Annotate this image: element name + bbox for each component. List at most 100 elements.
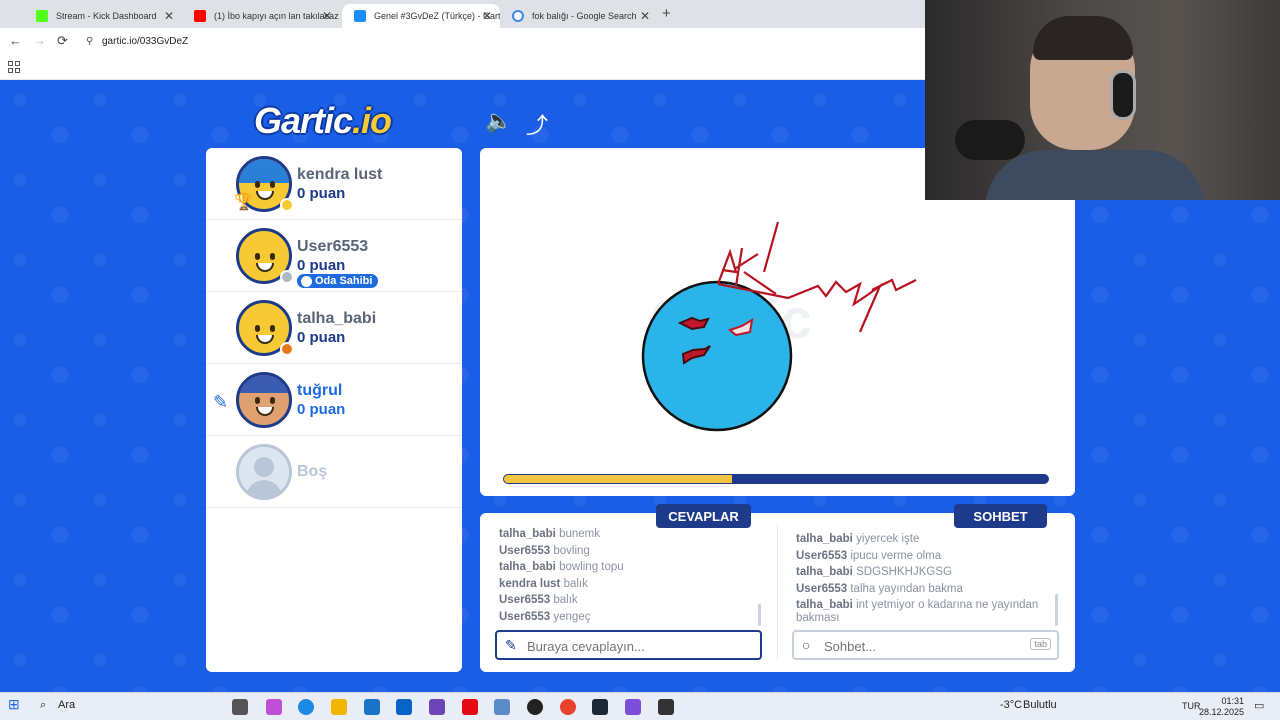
clock[interactable]: 01:31 28.12.2025	[1199, 696, 1244, 718]
logo-io: .io	[352, 100, 392, 141]
windows-taskbar: ⊞ ⌕ Ara -3°C Bulutlu TUR 01:31 28.12.202…	[0, 692, 1280, 720]
answer-item: talha_babi bunemk	[499, 528, 601, 540]
time-progress-fill	[504, 475, 733, 483]
pencil-icon: ✎	[505, 637, 517, 653]
room-owner-badge: Oda Sahibi	[297, 274, 379, 288]
drawing: Gartic	[641, 221, 917, 432]
answers-title: CEVAPLAR	[656, 504, 751, 528]
bookmarks-bar	[0, 56, 925, 80]
epic-games-icon[interactable]	[658, 699, 674, 715]
answer-item: User6553 bovling	[499, 544, 590, 557]
time-progress-bar	[503, 474, 1049, 484]
tab-youtube[interactable]: (1) İbo kapıyı açın lan takılacaz ✕	[182, 4, 340, 28]
task-view-icon[interactable]	[232, 699, 248, 715]
copilot-icon[interactable]	[266, 699, 282, 715]
steam-icon[interactable]	[592, 699, 608, 715]
apps-grid-icon[interactable]	[8, 61, 20, 73]
player-name: tuğrul	[297, 382, 343, 399]
status-dot	[280, 198, 294, 212]
chat-item: talha_babi int yetmiyor o kadarına ne ya…	[796, 599, 1039, 625]
avatar	[236, 372, 292, 428]
browser-tab-bar: Stream - Kick Dashboard ✕ (1) İbo kapıyı…	[0, 0, 925, 28]
player-score: 0 puan	[297, 401, 346, 418]
player-name: kendra lust	[297, 166, 383, 183]
chat-input[interactable]	[824, 637, 1044, 655]
status-dot	[280, 342, 294, 356]
owner-icon	[301, 276, 312, 287]
search-icon: ○	[802, 637, 811, 653]
weather-temp[interactable]: -3°C	[1000, 699, 1022, 711]
player-name: talha_babi	[297, 310, 377, 327]
player-score: 0 puan	[297, 185, 346, 202]
chat-item: talha_babi SDGSHKHJKGSG	[796, 566, 952, 579]
site-info-icon[interactable]: ⚲	[86, 36, 96, 47]
close-icon[interactable]: ✕	[482, 9, 492, 23]
netflix-icon[interactable]	[462, 699, 478, 715]
gartic-icon	[354, 10, 366, 22]
player-row-drawing: ✎ tuğrul 0 puan	[206, 364, 462, 436]
answers-scrollbar[interactable]	[758, 604, 761, 626]
players-panel: 🏆 kendra lust 0 puan User6553 0 puan Oda…	[206, 148, 462, 672]
drawing-canvas[interactable]: Gartic	[480, 148, 1075, 496]
forward-button[interactable]: →	[33, 33, 46, 48]
obs-icon[interactable]	[527, 699, 543, 715]
tab-title: fok balığı - Google Search	[532, 11, 637, 21]
chat-scrollbar[interactable]	[1055, 594, 1058, 626]
trophy-icon: 🏆	[234, 194, 254, 211]
logo-main: Gartic	[254, 100, 353, 141]
app-icon[interactable]	[429, 699, 445, 715]
chat-input-box[interactable]: ○ tab	[792, 630, 1059, 660]
chat-item: User6553 talha yayından bakma	[796, 582, 963, 595]
weather-desc[interactable]: Bulutlu	[1023, 699, 1057, 711]
edge-icon[interactable]	[298, 699, 314, 715]
tab-kick-dashboard[interactable]: Stream - Kick Dashboard ✕	[24, 4, 182, 28]
close-icon[interactable]: ✕	[322, 9, 332, 23]
pencil-icon: ✎	[213, 392, 229, 412]
status-dot	[280, 270, 294, 284]
answer-input-box[interactable]: ✎	[495, 630, 762, 660]
back-button[interactable]: ←	[9, 33, 22, 48]
answer-item: kendra lust balık	[499, 577, 588, 590]
new-tab-button[interactable]: +	[662, 5, 671, 22]
tab-google[interactable]: fok balığı - Google Search ✕	[500, 4, 658, 28]
sound-icon[interactable]: 🔈	[485, 108, 512, 134]
notifications-icon[interactable]: ▭	[1254, 699, 1264, 712]
player-name: User6553	[297, 238, 369, 255]
close-icon[interactable]: ✕	[640, 9, 650, 23]
player-name: Boş	[297, 463, 328, 480]
google-icon	[512, 10, 524, 22]
tab-title: (1) İbo kapıyı açın lan takılacaz	[214, 11, 339, 21]
answers-list: talha_babi bunemk User6553 bovling talha…	[499, 526, 761, 626]
player-row: 🏆 kendra lust 0 puan	[206, 148, 462, 220]
language-indicator[interactable]: TUR	[1182, 701, 1201, 711]
player-row: talha_babi 0 puan	[206, 292, 462, 364]
answer-input[interactable]	[527, 637, 747, 655]
start-icon[interactable]: ⊞	[8, 696, 20, 713]
share-icon[interactable]: ⤴	[526, 108, 548, 140]
tab-key-hint: tab	[1030, 638, 1051, 650]
answer-item: talha_babi bowling topu	[499, 561, 624, 574]
gartic-logo: Gartic.io	[254, 100, 392, 142]
close-icon[interactable]: ✕	[164, 9, 174, 23]
panel-divider	[777, 525, 778, 660]
chat-list: talha_babi yiyercek işte User6553 ipucu …	[796, 531, 1051, 625]
search-icon[interactable]: ⌕	[40, 699, 46, 712]
kick-icon	[36, 10, 48, 22]
answer-item: User6553 balık	[499, 594, 578, 607]
answer-item: User6553 yengeç	[499, 610, 591, 623]
chat-item: talha_babi yiyercek işte	[796, 533, 920, 545]
discord-icon[interactable]	[625, 699, 641, 715]
file-explorer-icon[interactable]	[331, 699, 347, 715]
reload-button[interactable]: ⟳	[57, 33, 68, 49]
url-field[interactable]: ⚲ gartic.io/033GvDeZ	[86, 36, 188, 47]
player-score: 0 puan	[297, 257, 346, 274]
chrome-icon[interactable]	[560, 699, 576, 715]
taskbar-search[interactable]: Ara	[58, 699, 75, 711]
tab-gartic[interactable]: Genel #3GvDeZ (Türkçe) - Garti ✕	[342, 4, 500, 28]
store-icon[interactable]	[364, 699, 380, 715]
app-icon[interactable]	[494, 699, 510, 715]
webcam-overlay	[925, 0, 1280, 200]
outlook-icon[interactable]	[396, 699, 412, 715]
drawn-circle	[641, 280, 793, 432]
player-row-empty: Boş	[206, 436, 462, 508]
